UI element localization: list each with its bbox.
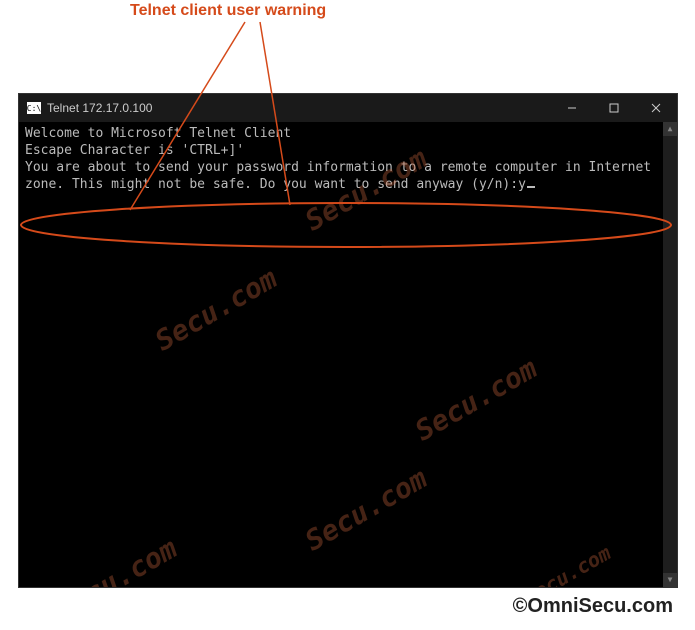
credit-text: ©OmniSecu.com bbox=[513, 595, 673, 618]
terminal-warning-line: You are about to send your password info… bbox=[25, 160, 671, 194]
maximize-button[interactable] bbox=[593, 94, 635, 122]
terminal-line: Welcome to Microsoft Telnet Client bbox=[25, 126, 671, 143]
close-icon bbox=[651, 103, 661, 113]
scroll-up-button[interactable]: ▲ bbox=[663, 122, 677, 136]
maximize-icon bbox=[609, 103, 619, 113]
watermark-text: Secu.com bbox=[519, 540, 615, 587]
window-title: Telnet 172.17.0.100 bbox=[47, 101, 551, 115]
watermark-text: Secu.com bbox=[299, 461, 434, 560]
minimize-icon bbox=[567, 103, 577, 113]
terminal-body[interactable]: Secu.com Secu.com Secu.com Secu.com Secu… bbox=[19, 122, 677, 587]
close-button[interactable] bbox=[635, 94, 677, 122]
watermark-text: Secu.com bbox=[49, 531, 184, 587]
terminal-line: Escape Character is 'CTRL+]' bbox=[25, 143, 671, 160]
window-titlebar[interactable]: C:\ Telnet 172.17.0.100 bbox=[19, 94, 677, 122]
scrollbar[interactable]: ▲ ▼ bbox=[663, 122, 677, 587]
telnet-window: C:\ Telnet 172.17.0.100 Secu.com Secu.co… bbox=[18, 93, 678, 588]
cursor-icon bbox=[527, 186, 535, 188]
watermark-text: Secu.com bbox=[149, 261, 284, 360]
watermark-text: Secu.com bbox=[409, 351, 544, 450]
annotation-label: Telnet client user warning bbox=[130, 2, 326, 20]
minimize-button[interactable] bbox=[551, 94, 593, 122]
window-controls bbox=[551, 94, 677, 122]
cmd-icon: C:\ bbox=[27, 102, 41, 114]
user-input: y bbox=[518, 177, 526, 192]
scroll-down-button[interactable]: ▼ bbox=[663, 573, 677, 587]
warning-text: You are about to send your password info… bbox=[25, 160, 659, 192]
